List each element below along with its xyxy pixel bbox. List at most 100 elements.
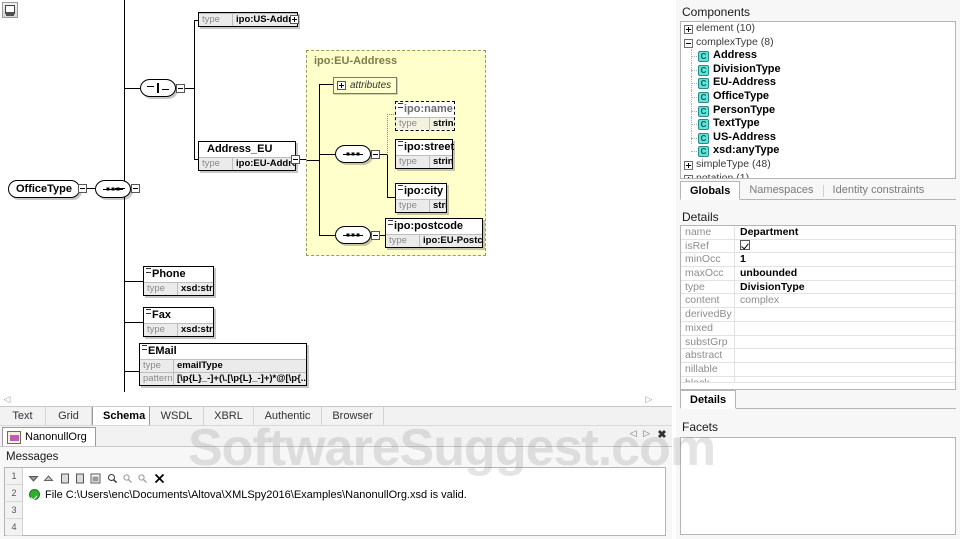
details-row-minocc[interactable]: minOcc 1	[681, 253, 955, 267]
details-value[interactable]	[735, 377, 955, 382]
tree-item-officetype[interactable]: C OfficeType	[681, 90, 955, 104]
details-row-isref[interactable]: isRef	[681, 240, 955, 254]
tab-identity-constraints[interactable]: Identity constraints	[824, 181, 934, 200]
clear-icon[interactable]	[151, 470, 166, 485]
details-row-mixed[interactable]: mixed	[681, 322, 955, 336]
tree-item-texttype[interactable]: C TextType	[681, 117, 955, 131]
tab-namespaces[interactable]: Namespaces	[740, 181, 822, 200]
choice-collapse-toggle[interactable]	[176, 84, 185, 93]
details-value[interactable]: complex	[735, 294, 955, 307]
details-row-nillable[interactable]: nillable	[681, 363, 955, 377]
messages-row-tabs[interactable]: 1 2 3 4 5	[5, 468, 23, 535]
eu-core-collapse-toggle[interactable]	[371, 150, 380, 159]
filter-down-icon[interactable]	[25, 470, 40, 485]
tree-item-us-address[interactable]: C US-Address	[681, 131, 955, 145]
collapse-icon[interactable]	[684, 39, 693, 48]
details-grid[interactable]: name Department isRef minOcc 1 maxOcc un…	[680, 225, 956, 390]
sequence-compositor-root[interactable]	[95, 180, 131, 198]
details-row-type[interactable]: type DivisionType	[681, 281, 955, 295]
postcode-collapse-toggle[interactable]	[371, 231, 380, 240]
messages-row-tab[interactable]: 1	[6, 468, 22, 485]
element-node-address-eu[interactable]: Address_EU type ipo:EU-Address	[198, 141, 296, 171]
details-value[interactable]: unbounded	[735, 267, 955, 280]
details-row-abstract[interactable]: abstract	[681, 349, 955, 363]
tree-group-element[interactable]: element (10)	[681, 22, 955, 36]
schema-design-canvas[interactable]: OfficeType	[0, 0, 648, 398]
details-value[interactable]	[735, 240, 955, 253]
tree-item-persontype[interactable]: C PersonType	[681, 104, 955, 118]
expand-icon[interactable]	[684, 25, 693, 34]
scroll-left-arrow[interactable]: ◁	[0, 392, 14, 406]
details-tab-strip[interactable]: Details	[680, 390, 956, 409]
view-tab-grid[interactable]: Grid	[46, 407, 92, 426]
details-row-derivedby[interactable]: derivedBy	[681, 308, 955, 322]
element-node-us-address[interactable]: type ipo:US-Address	[198, 12, 298, 27]
details-value[interactable]	[735, 336, 955, 349]
sequence-compositor-postcode[interactable]	[335, 226, 371, 244]
copy-all-icon[interactable]	[72, 470, 87, 485]
validation-message-row[interactable]: File C:\Users\enc\Documents\Altova\XMLSp…	[29, 488, 661, 502]
sequence-compositor-eu-core[interactable]	[335, 145, 371, 163]
tree-item-xsd-anytype[interactable]: C xsd:anyType	[681, 144, 955, 158]
tree-group-notation[interactable]: notation (1)	[681, 172, 955, 179]
copy-window-icon[interactable]	[87, 470, 102, 485]
view-tab-schema[interactable]: Schema	[92, 407, 150, 426]
officetype-collapse-toggle[interactable]	[78, 184, 87, 193]
view-tab-authentic[interactable]: Authentic	[254, 407, 322, 426]
element-node-email[interactable]: EMail type emailType pattern [\p{L}_-]+(…	[139, 343, 307, 386]
components-tab-strip[interactable]: Globals Namespaces Identity constraints	[680, 181, 956, 200]
tree-item-divisiontype[interactable]: C DivisionType	[681, 63, 955, 77]
view-tab-browser[interactable]: Browser	[322, 407, 384, 426]
group-eu-address[interactable]: ipo:EU-Address attributes	[306, 50, 486, 256]
details-row-substgrp[interactable]: substGrp	[681, 336, 955, 350]
details-value[interactable]: Department	[735, 226, 955, 239]
tree-item-eu-address[interactable]: C EU-Address	[681, 76, 955, 90]
view-tab-xbrl[interactable]: XBRL	[204, 407, 254, 426]
global-type-officetype[interactable]: OfficeType	[8, 180, 80, 198]
expand-icon[interactable]	[684, 161, 693, 170]
messages-toolbar[interactable]	[25, 470, 663, 485]
view-tab-wsdl[interactable]: WSDL	[150, 407, 204, 426]
isref-checkbox[interactable]	[740, 240, 750, 250]
address-eu-collapse-toggle[interactable]	[291, 155, 300, 164]
find-next-icon[interactable]	[119, 470, 134, 485]
tab-globals[interactable]: Globals	[680, 181, 740, 200]
details-row-block[interactable]: block	[681, 377, 955, 383]
components-tree[interactable]: element (10) complexType (8) C Address C…	[680, 21, 956, 179]
details-value[interactable]: 1	[735, 253, 955, 266]
messages-row-tab[interactable]: 2	[6, 485, 22, 502]
document-tab-bar[interactable]: NanonullOrg ◁ ▷ ✖	[0, 425, 672, 446]
us-address-expand-toggle[interactable]	[290, 15, 299, 24]
messages-body[interactable]: 1 2 3 4 5	[4, 467, 666, 536]
attributes-expand-icon[interactable]	[337, 81, 346, 90]
details-row-maxocc[interactable]: maxOcc unbounded	[681, 267, 955, 281]
document-tab-nanonullorg[interactable]: NanonullOrg	[2, 427, 96, 446]
details-value[interactable]	[735, 349, 955, 362]
element-node-phone[interactable]: Phone type xsd:string	[143, 266, 214, 296]
element-node-fax[interactable]: Fax type xsd:string	[143, 307, 214, 337]
facets-grid[interactable]	[680, 437, 956, 535]
details-row-content[interactable]: content complex	[681, 294, 955, 308]
details-value[interactable]	[735, 363, 955, 376]
choice-compositor-address[interactable]	[140, 79, 176, 97]
tree-group-complextype[interactable]: complexType (8)	[681, 36, 955, 50]
tree-item-address[interactable]: C Address	[681, 49, 955, 63]
scroll-right-arrow[interactable]: ▷	[642, 392, 656, 406]
root-sequence-collapse-toggle[interactable]	[131, 184, 140, 193]
find-prev-icon[interactable]	[134, 470, 149, 485]
details-value[interactable]: DivisionType	[735, 281, 955, 294]
view-tab-text[interactable]: Text	[0, 407, 46, 426]
element-node-ipo-city[interactable]: ipo:city type string	[395, 183, 447, 213]
attributes-node[interactable]: attributes	[333, 77, 397, 94]
details-row-name[interactable]: name Department	[681, 226, 955, 240]
close-document-icon[interactable]: ✖	[656, 429, 668, 441]
find-icon[interactable]	[104, 470, 119, 485]
document-tab-nav[interactable]: ◁ ▷	[630, 428, 652, 439]
tab-details[interactable]: Details	[680, 390, 736, 409]
filter-up-icon[interactable]	[40, 470, 55, 485]
messages-row-tab[interactable]: 3	[6, 502, 22, 519]
element-node-ipo-postcode[interactable]: ipo:postcode type ipo:EU-Postcode	[385, 218, 483, 248]
copy-icon[interactable]	[57, 470, 72, 485]
details-value[interactable]	[735, 322, 955, 335]
canvas-horizontal-scrollbar[interactable]: ◁ ▷	[0, 392, 656, 406]
